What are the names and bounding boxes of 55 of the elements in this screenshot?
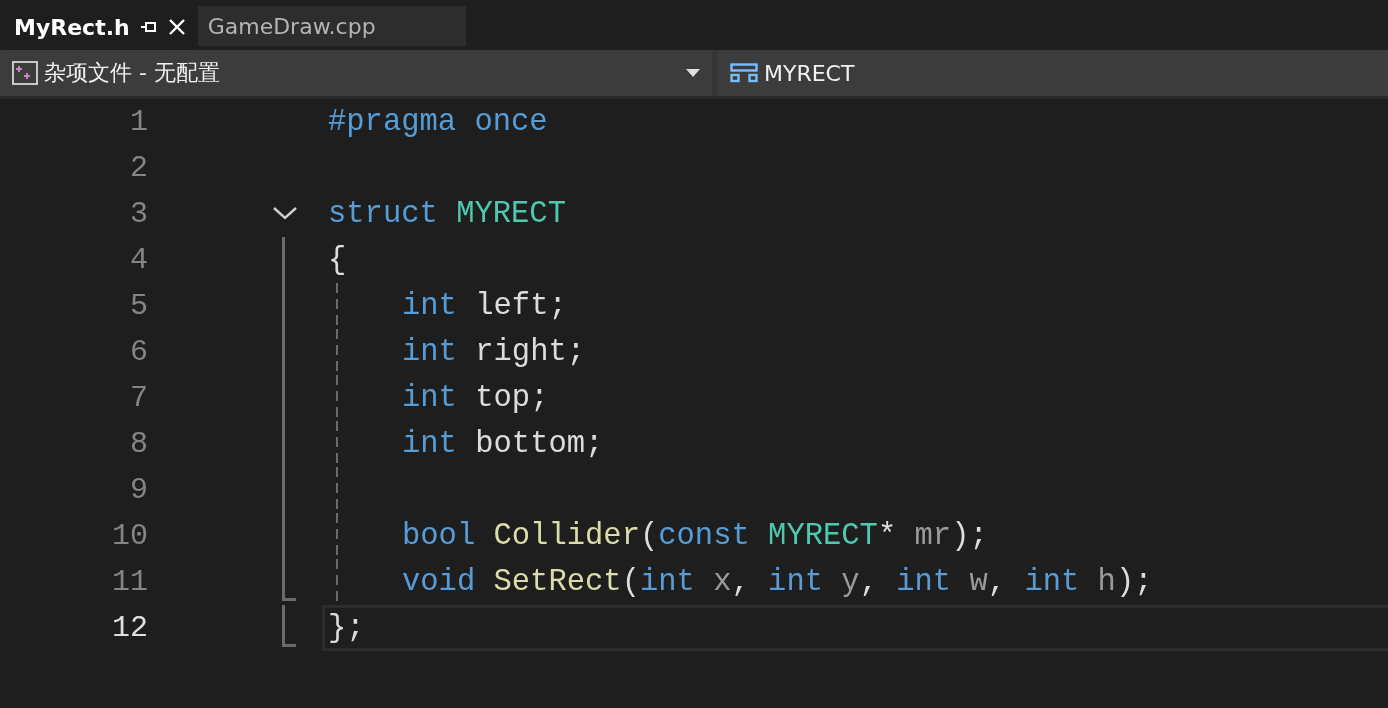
- code-token: int: [1024, 565, 1080, 599]
- line-number: 10: [111, 519, 148, 553]
- code-token: int: [402, 289, 457, 323]
- code-token: ,: [859, 565, 878, 599]
- code-token: ,: [987, 565, 1007, 599]
- line-number: 2: [129, 151, 148, 185]
- line-number: 1: [129, 105, 148, 139]
- code-token: int: [768, 565, 823, 599]
- line-number: 7: [129, 381, 148, 415]
- code-token: (: [621, 565, 640, 599]
- code-token: };: [328, 611, 365, 645]
- line-number: 9: [129, 473, 148, 507]
- project-file-icon: [12, 61, 38, 85]
- code-token: int: [402, 381, 457, 415]
- code-token: *: [877, 519, 897, 553]
- struct-icon: [730, 63, 758, 83]
- code-token: );: [951, 519, 988, 553]
- code-token: void: [402, 565, 476, 599]
- line-number: 3: [129, 197, 148, 231]
- code-token: ,: [731, 565, 750, 599]
- line-number: 6: [129, 335, 148, 369]
- code-token: h: [1097, 565, 1116, 599]
- collapse-chevron-icon[interactable]: [272, 205, 298, 221]
- code-token: int: [896, 565, 952, 599]
- code-token: y: [841, 565, 860, 599]
- code-token: top;: [475, 381, 549, 415]
- code-token: const: [658, 519, 750, 553]
- line-number: 5: [129, 289, 148, 323]
- code-token: struct: [328, 197, 438, 231]
- code-token: left;: [475, 289, 567, 323]
- code-token: int: [402, 427, 457, 461]
- line-number: 11: [111, 565, 148, 599]
- code-token: x: [713, 565, 732, 599]
- pin-icon[interactable]: [139, 20, 158, 34]
- code-token: mr: [914, 519, 952, 553]
- close-icon[interactable]: [167, 18, 186, 36]
- line-number: 4: [129, 243, 148, 277]
- code-token: w: [969, 565, 988, 599]
- file-tab[interactable]: GameDraw.cpp: [197, 6, 466, 46]
- code-token: );: [1115, 565, 1153, 599]
- code-token: bottom;: [475, 427, 604, 461]
- code-token: int: [639, 565, 695, 599]
- code-token: {: [328, 243, 347, 277]
- code-token: SetRect: [493, 565, 622, 599]
- code-token: (: [639, 519, 659, 553]
- code-token: int: [402, 335, 457, 369]
- caret-icon: [686, 69, 700, 77]
- line-number: 8: [129, 427, 148, 461]
- line-number: 12: [111, 611, 148, 645]
- code-token: #pragma once: [328, 105, 548, 139]
- code-token: bool: [402, 519, 476, 553]
- code-token: Collider: [493, 519, 640, 553]
- code-token: MYRECT: [456, 197, 566, 231]
- code-token: right;: [475, 335, 586, 369]
- code-token: MYRECT: [768, 519, 878, 553]
